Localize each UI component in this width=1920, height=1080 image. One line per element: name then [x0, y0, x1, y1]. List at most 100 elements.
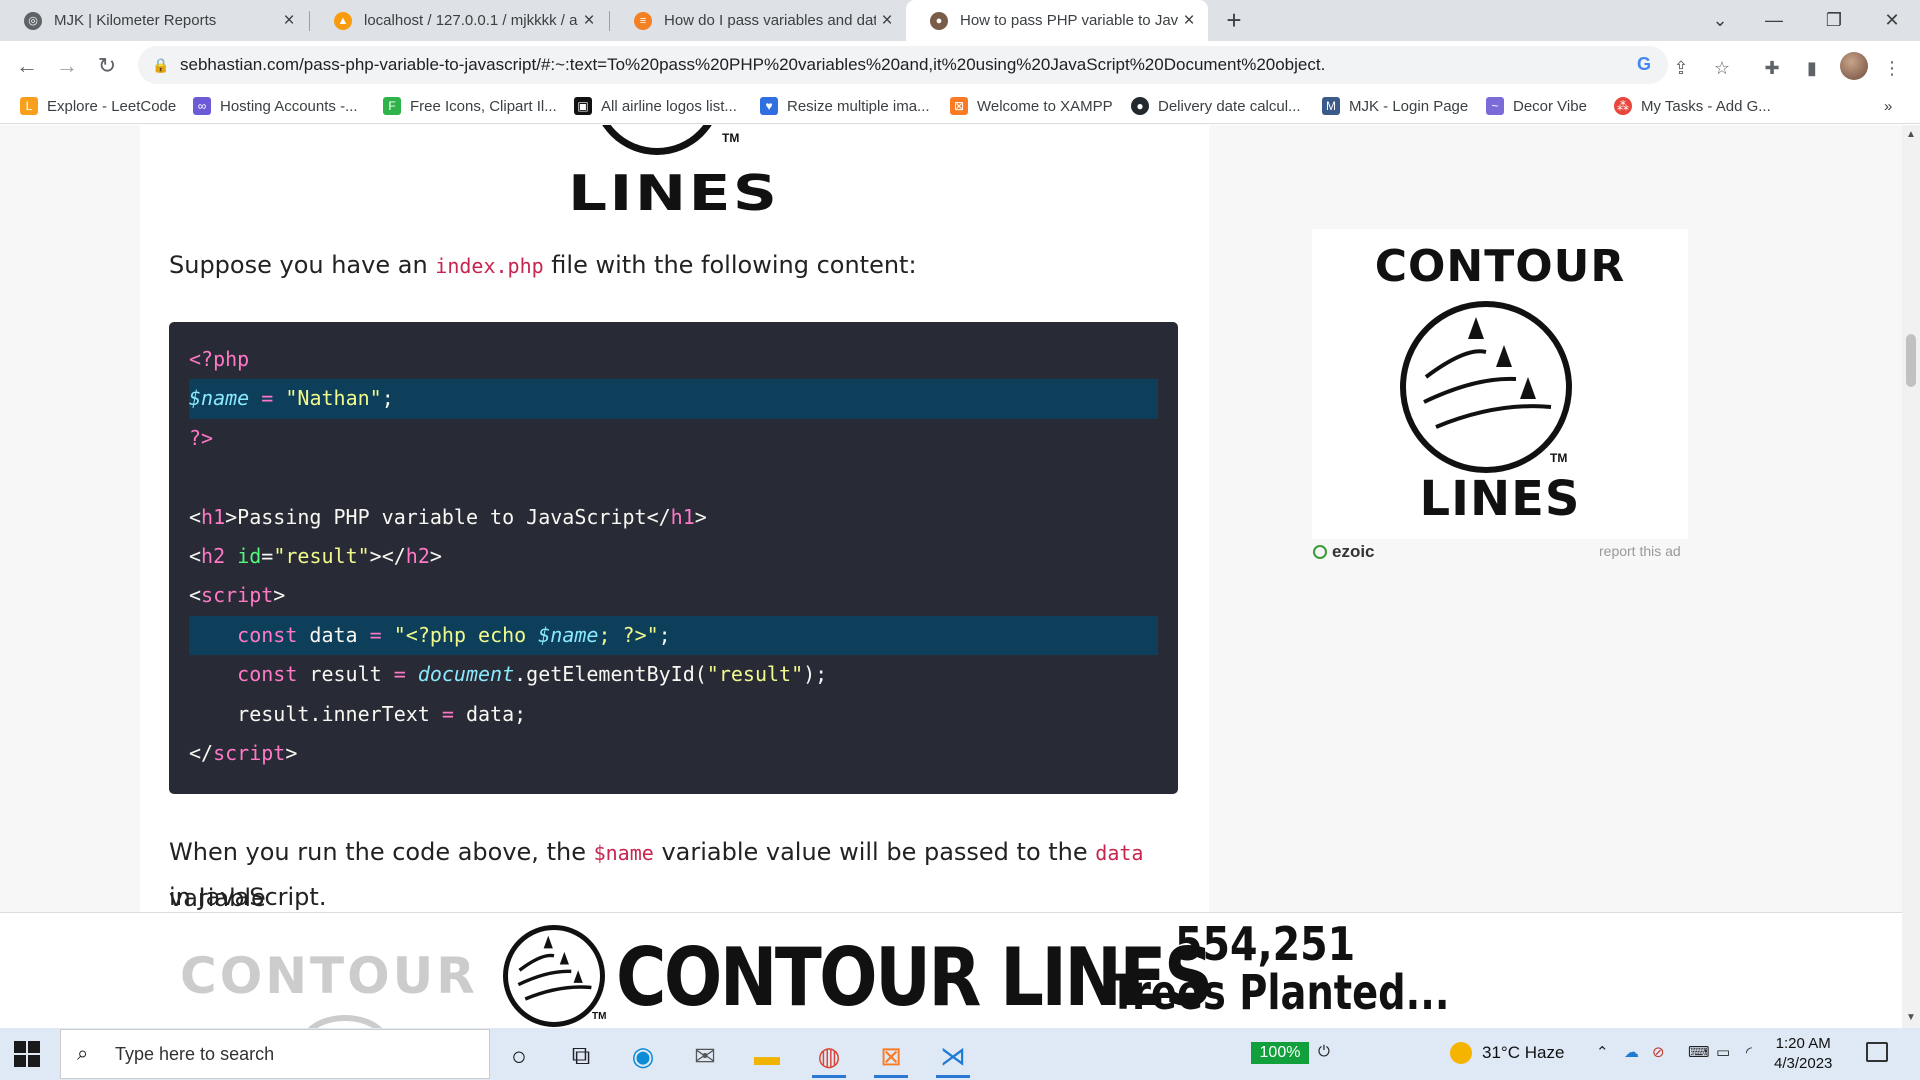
inline-code: index.php	[435, 254, 544, 278]
xampp-icon[interactable]: ⊠	[866, 1034, 916, 1078]
outro-paragraph-line2: in JavaScript.	[169, 883, 327, 911]
menu-kebab-icon[interactable]: ⋮	[1880, 56, 1904, 80]
mail-icon[interactable]: ✉	[680, 1034, 730, 1078]
minimize-button[interactable]: —	[1744, 0, 1804, 41]
code-block[interactable]: <?php $name = "Nathan"; ?> <h1>Passing P…	[169, 322, 1178, 794]
page-scrollbar[interactable]: ▲ ▼	[1902, 125, 1920, 1028]
chevron-up-icon[interactable]: ⌃	[1596, 1043, 1609, 1061]
bookmarks-bar: L Explore - LeetCode ∞ Hosting Accounts …	[0, 90, 1920, 124]
battery-icon[interactable]: ▭	[1716, 1043, 1730, 1061]
inline-code: data	[1095, 841, 1144, 865]
google-lens-icon[interactable]: G	[1632, 52, 1656, 76]
side-panel-icon[interactable]: ▮	[1800, 56, 1824, 80]
ezoic-badge[interactable]: ezoic	[1313, 542, 1375, 562]
battery-percentage[interactable]: 100%	[1251, 1042, 1309, 1064]
search-icon: ⌕	[77, 1042, 89, 1065]
code-line: <script>	[189, 583, 286, 608]
bookmark-mjk-login[interactable]: M MJK - Login Page	[1322, 90, 1468, 122]
close-icon[interactable]: ×	[876, 10, 898, 32]
contour-lines-logo-circle	[1400, 301, 1572, 473]
report-ad-link[interactable]: report this ad	[1599, 543, 1681, 559]
reload-icon[interactable]: ↻	[90, 49, 124, 83]
ad-lines-text: LINES	[1419, 471, 1581, 527]
code-line-highlighted: const data = "<?php echo $name; ?>";	[189, 615, 1158, 656]
tab-kilometer-reports[interactable]: ◎ MJK | Kilometer Reports ×	[0, 0, 308, 41]
tab-phpmyadmin[interactable]: ▲ localhost / 127.0.0.1 / mjkkkk / ac ×	[310, 0, 608, 41]
contour-lines-logo-text: LINES	[568, 165, 780, 222]
vscode-icon[interactable]: ⋊	[928, 1034, 978, 1078]
bookmark-free-icons[interactable]: F Free Icons, Clipart Il...	[383, 90, 557, 122]
lock-icon[interactable]: 🔒	[152, 57, 174, 74]
new-tab-button[interactable]: +	[1220, 6, 1248, 34]
asana-icon: ⁂	[1614, 97, 1632, 115]
code-line: result.innerText = data;	[189, 701, 527, 726]
inline-code: $name	[593, 841, 654, 865]
close-icon[interactable]: ×	[1178, 10, 1200, 32]
tab-search-chevron-icon[interactable]: ⌄	[1690, 0, 1750, 41]
bookmark-my-tasks[interactable]: ⁂ My Tasks - Add G...	[1614, 90, 1771, 122]
wifi-icon[interactable]: ◜	[1746, 1043, 1752, 1061]
code-line: <h2 id="result"></h2>	[189, 543, 442, 568]
scroll-up-arrow-icon[interactable]: ▲	[1902, 127, 1920, 143]
heart-icon: ♥	[760, 97, 778, 115]
code-line-highlighted: $name = "Nathan";	[189, 379, 1158, 419]
side-advertisement[interactable]: CONTOUR TM LINES	[1312, 229, 1688, 539]
bottom-banner-ad[interactable]: CONTOUR TM CONTOUR LINES 554,251 Trees P…	[0, 912, 1902, 1028]
bookmark-hosting[interactable]: ∞ Hosting Accounts -...	[193, 90, 358, 122]
notification-center-icon[interactable]	[1866, 1042, 1888, 1062]
weather-widget[interactable]: 31°C Haze	[1450, 1042, 1564, 1064]
windows-start-icon[interactable]	[14, 1041, 40, 1067]
close-window-button[interactable]: ✕	[1862, 0, 1920, 41]
back-arrow-icon[interactable]: ←	[10, 49, 44, 83]
logo-icon: M	[1322, 97, 1340, 115]
close-icon[interactable]: ×	[278, 10, 300, 32]
system-clock[interactable]: 1:20 AM 4/3/2023	[1774, 1034, 1832, 1074]
restore-button[interactable]: ❐	[1804, 0, 1864, 41]
code-line: const result = document.getElementById("…	[237, 662, 828, 687]
scroll-down-arrow-icon[interactable]: ▼	[1902, 1010, 1920, 1026]
device-icon[interactable]: ⌨	[1688, 1043, 1710, 1061]
bookmark-leetcode[interactable]: L Explore - LeetCode	[20, 90, 176, 122]
bookmark-delivery-date[interactable]: ● Delivery date calcul...	[1131, 90, 1301, 122]
author-avatar-icon: ●	[930, 11, 948, 30]
more-bookmarks-chevron-icon[interactable]: »	[1884, 90, 1892, 122]
contour-trees-icon	[1423, 317, 1552, 429]
bookmark-airline-logos[interactable]: ▣ All airline logos list...	[574, 90, 737, 122]
url-text[interactable]: sebhastian.com/pass-php-variable-to-java…	[180, 55, 1325, 75]
tab-strip: ◎ MJK | Kilometer Reports × ▲ localhost …	[0, 0, 1920, 41]
address-bar[interactable]: 🔒 sebhastian.com/pass-php-variable-to-ja…	[138, 46, 1668, 84]
code-line: ?>	[189, 425, 214, 450]
phpmyadmin-icon: ▲	[334, 11, 352, 30]
file-explorer-icon[interactable]: ▬	[742, 1034, 792, 1078]
bookmark-decor-vibe[interactable]: ~ Decor Vibe	[1486, 90, 1587, 122]
windows-taskbar: ⌕ Type here to search ○ ⧉ ◉ ✉ ▬ ◍ ⊠ ⋊ 10…	[0, 1028, 1920, 1080]
extensions-puzzle-icon[interactable]: ✚	[1760, 56, 1784, 80]
taskbar-search-box[interactable]: ⌕ Type here to search	[60, 1029, 490, 1079]
page-viewport: TM LINES Suppose you have an index.php f…	[0, 125, 1902, 912]
share-icon[interactable]: ⇪	[1669, 56, 1693, 80]
freepik-icon: F	[383, 97, 401, 115]
bookmark-xampp[interactable]: ⊠ Welcome to XAMPP	[950, 90, 1113, 122]
security-icon[interactable]: ⊘	[1652, 1043, 1665, 1061]
star-bookmark-icon[interactable]: ☆	[1710, 56, 1734, 80]
ad-ghost-text: CONTOUR	[180, 947, 478, 1005]
edge-icon[interactable]: ◉	[618, 1034, 668, 1078]
profile-avatar[interactable]	[1840, 52, 1868, 80]
onedrive-cloud-icon[interactable]: ☁	[1624, 1043, 1639, 1061]
infinity-icon: ∞	[193, 97, 211, 115]
close-icon[interactable]: ×	[578, 10, 600, 32]
haze-sun-icon	[1450, 1042, 1472, 1064]
bookmark-resize-images[interactable]: ♥ Resize multiple ima...	[760, 90, 930, 122]
tab-stackoverflow[interactable]: ≡ How do I pass variables and data ×	[610, 0, 906, 41]
ezoic-icon	[1313, 545, 1327, 559]
leetcode-icon: L	[20, 97, 38, 115]
cortana-circle-icon[interactable]: ○	[494, 1034, 544, 1078]
tab-sebhastian-active[interactable]: ● How to pass PHP variable to Java ×	[906, 0, 1208, 41]
task-view-icon[interactable]: ⧉	[556, 1034, 606, 1078]
github-icon: ●	[1131, 97, 1149, 115]
scrollbar-thumb[interactable]	[1906, 334, 1916, 387]
chrome-icon[interactable]: ◍	[804, 1034, 854, 1078]
ad-ghost-circle	[300, 1015, 390, 1028]
forward-arrow-icon[interactable]: →	[50, 49, 84, 83]
